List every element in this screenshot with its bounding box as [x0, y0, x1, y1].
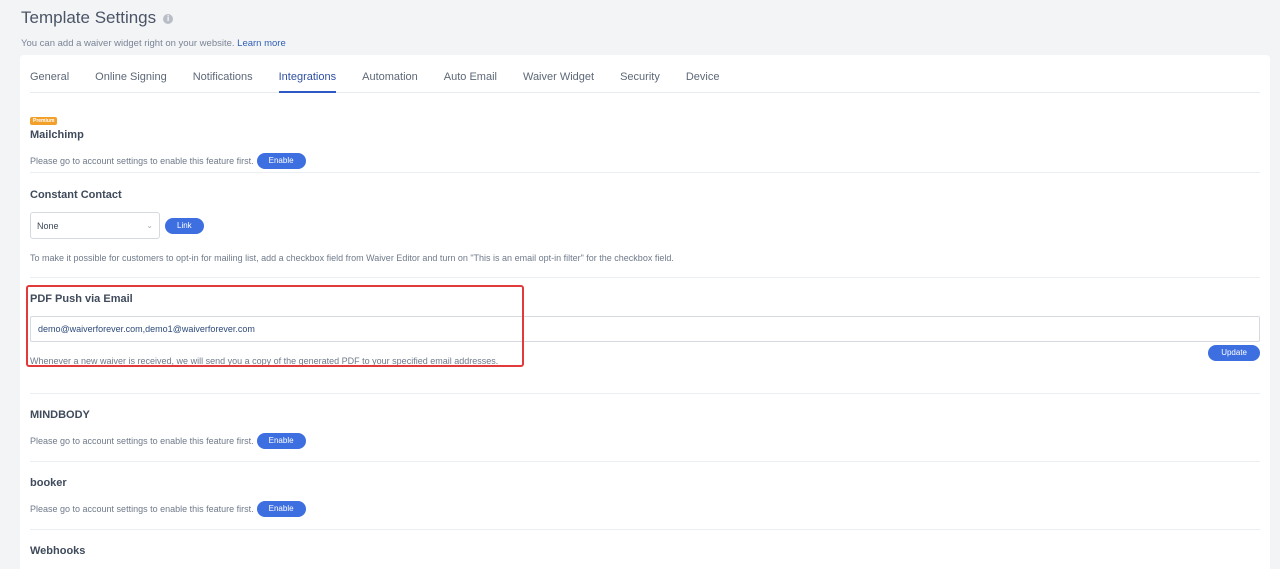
list-select[interactable]: None ⌄: [30, 212, 160, 239]
mailchimp-section: Premium Mailchimp Please go to account s…: [30, 109, 1260, 169]
pdf-push-section: PDF Push via Email Whenever a new waiver…: [30, 293, 1260, 369]
booker-title: booker: [30, 477, 67, 489]
tab-general[interactable]: General: [30, 55, 69, 93]
page-title-row: Template Settings i: [21, 8, 286, 28]
learn-more-link[interactable]: Learn more: [237, 38, 286, 49]
mindbody-enable-button[interactable]: Enable: [256, 433, 306, 449]
tab-device[interactable]: Device: [686, 55, 720, 93]
webhooks-section: Webhooks: [30, 545, 1260, 557]
booker-enable-button[interactable]: Enable: [256, 501, 306, 517]
constant-contact-section: Constant Contact None ⌄ Link To make it …: [30, 189, 1260, 263]
pdf-push-title: PDF Push via Email: [30, 293, 133, 305]
tab-bar: General Online Signing Notifications Int…: [30, 55, 1260, 93]
mindbody-section: MINDBODY Please go to account settings t…: [30, 409, 1260, 449]
mailchimp-row: Please go to account settings to enable …: [30, 153, 1260, 169]
chevron-down-icon: ⌄: [146, 221, 153, 230]
webhooks-title: Webhooks: [30, 545, 86, 557]
mindbody-desc: Please go to account settings to enable …: [30, 436, 254, 446]
mailchimp-desc: Please go to account settings to enable …: [30, 156, 254, 166]
constant-contact-link-button[interactable]: Link: [165, 217, 204, 234]
page-title: Template Settings: [21, 8, 157, 27]
pdf-push-email-input[interactable]: [30, 316, 1260, 342]
tab-online-signing[interactable]: Online Signing: [95, 55, 167, 93]
booker-row: Please go to account settings to enable …: [30, 501, 1260, 517]
tab-integrations[interactable]: Integrations: [278, 55, 337, 93]
page-header: Template Settings i You can add a waiver…: [21, 8, 286, 49]
list-select-value: None: [37, 220, 59, 231]
constant-contact-row: None ⌄ Link: [30, 212, 1260, 239]
booker-section: booker Please go to account settings to …: [30, 477, 1260, 517]
pdf-push-update-button[interactable]: Update: [1208, 345, 1260, 361]
tab-notifications[interactable]: Notifications: [193, 55, 253, 93]
tab-waiver-widget[interactable]: Waiver Widget: [523, 55, 594, 93]
mailchimp-enable-button[interactable]: Enable: [256, 153, 306, 169]
constant-contact-title: Constant Contact: [30, 189, 122, 201]
divider: [30, 461, 1260, 462]
premium-badge: Premium: [30, 117, 58, 125]
mindbody-title: MINDBODY: [30, 409, 90, 421]
tab-automation[interactable]: Automation: [362, 55, 418, 93]
subtitle-text: You can add a waiver widget right on you…: [21, 38, 235, 49]
divider: [30, 277, 1260, 278]
pdf-push-desc: Whenever a new waiver is received, we wi…: [30, 356, 499, 366]
mailchimp-title: Mailchimp: [30, 129, 84, 141]
booker-desc: Please go to account settings to enable …: [30, 504, 254, 514]
divider: [30, 529, 1260, 530]
divider: [30, 393, 1260, 394]
mindbody-row: Please go to account settings to enable …: [30, 433, 1260, 449]
divider: [30, 172, 1260, 173]
constant-contact-desc: To make it possible for customers to opt…: [30, 253, 674, 263]
page-subtitle: You can add a waiver widget right on you…: [21, 38, 286, 49]
pdf-push-footer: Whenever a new waiver is received, we wi…: [30, 345, 1260, 369]
tab-security[interactable]: Security: [620, 55, 660, 93]
settings-card: General Online Signing Notifications Int…: [20, 55, 1270, 569]
tab-auto-email[interactable]: Auto Email: [444, 55, 497, 93]
info-icon[interactable]: i: [163, 14, 174, 24]
